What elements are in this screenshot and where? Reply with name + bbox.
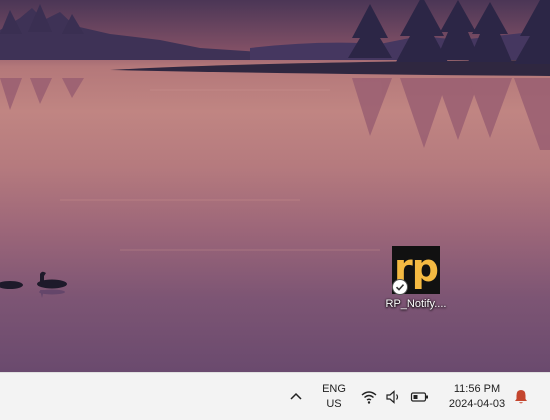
wallpaper	[0, 0, 550, 298]
bell-icon[interactable]	[512, 388, 530, 406]
rp-notify-app-icon: rp	[392, 246, 440, 295]
taskbar-clock[interactable]: 11:56 PM 2024-04-03	[440, 382, 514, 412]
clock-time: 11:56 PM	[453, 383, 501, 395]
speaker-icon[interactable]	[384, 388, 402, 411]
language-code: ENG	[322, 383, 346, 395]
system-tray[interactable]	[360, 386, 432, 408]
input-language-indicator[interactable]: ENG US	[318, 382, 350, 412]
sync-checkmark-icon	[392, 279, 408, 295]
battery-icon[interactable]	[410, 388, 430, 411]
clock-date: 2024-04-03	[448, 398, 506, 410]
wifi-icon[interactable]	[360, 388, 378, 411]
desktop-shortcut-rp-notify[interactable]: rp RP_Notify....	[380, 246, 452, 310]
chevron-up-icon[interactable]	[286, 387, 306, 407]
language-region: US	[326, 398, 342, 410]
taskbar: ENG US 11:56 PM 2024-04-03	[0, 372, 550, 420]
desktop-icon-label: RP_Notify....	[385, 298, 447, 310]
ducks	[0, 271, 67, 289]
desktop[interactable]: rp RP_Notify....	[0, 0, 550, 372]
